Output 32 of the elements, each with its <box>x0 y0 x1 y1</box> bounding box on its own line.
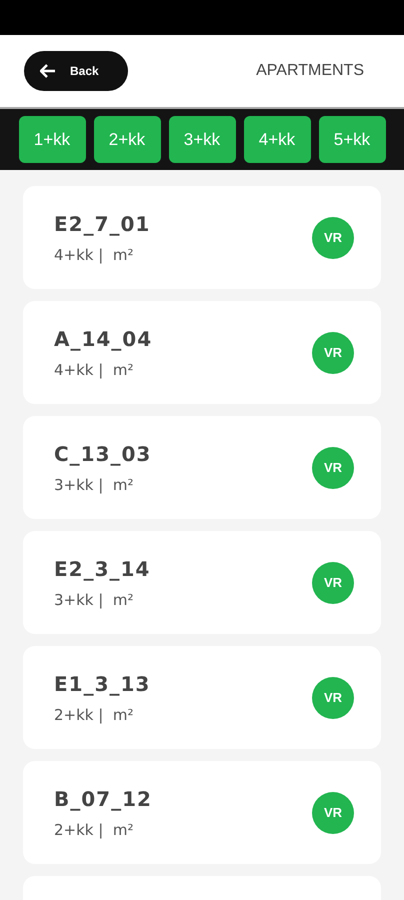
vr-button[interactable]: VR <box>312 562 354 604</box>
back-arrow-icon <box>40 64 56 78</box>
filter-tab[interactable]: 3+kk <box>168 116 236 163</box>
filter-tab[interactable]: 4+kk <box>244 116 310 163</box>
filter-tab[interactable]: 5+kk <box>318 116 386 163</box>
apartment-details: 2+kk | m² <box>54 820 134 838</box>
apartment-card[interactable]: C_13_03 3+kk | m² VR <box>23 416 381 519</box>
apartment-name: C_13_03 <box>54 442 152 466</box>
apartment-name: B_07_12 <box>54 786 152 810</box>
apartment-details: 3+kk | m² <box>54 590 134 608</box>
apartment-card[interactable]: E1_3_13 2+kk | m² VR <box>23 646 381 749</box>
filter-tab[interactable]: 2+kk <box>94 116 160 163</box>
vr-button[interactable]: VR <box>312 446 354 488</box>
apartment-name: E1_3_13 <box>54 672 150 696</box>
vr-button[interactable]: VR <box>312 792 354 834</box>
apartment-details: 3+kk | m² <box>54 476 134 494</box>
apartment-details: 2+kk | m² <box>54 706 134 724</box>
back-button[interactable]: Back <box>24 51 128 91</box>
apartment-card[interactable]: E2_7_01 4+kk | m² VR <box>23 186 381 289</box>
apartment-details: 4+kk | m² <box>54 360 134 378</box>
vr-button[interactable]: VR <box>312 676 354 718</box>
apartment-card[interactable]: E2_3_14 3+kk | m² VR <box>23 531 381 634</box>
apartment-name: E2_7_01 <box>54 212 150 236</box>
apartment-name: E2_3_14 <box>54 556 150 580</box>
apartment-details: 4+kk | m² <box>54 246 134 264</box>
filter-tab[interactable]: 1+kk <box>18 116 86 163</box>
apartment-card[interactable]: B_07_12 2+kk | m² VR <box>23 761 381 864</box>
apartment-card[interactable]: A_14_04 4+kk | m² VR <box>23 301 381 404</box>
vr-button[interactable]: VR <box>312 216 354 258</box>
page-title: APARTMENTS <box>256 62 364 80</box>
apartment-name: A_14_04 <box>54 326 152 350</box>
vr-button[interactable]: VR <box>312 332 354 374</box>
